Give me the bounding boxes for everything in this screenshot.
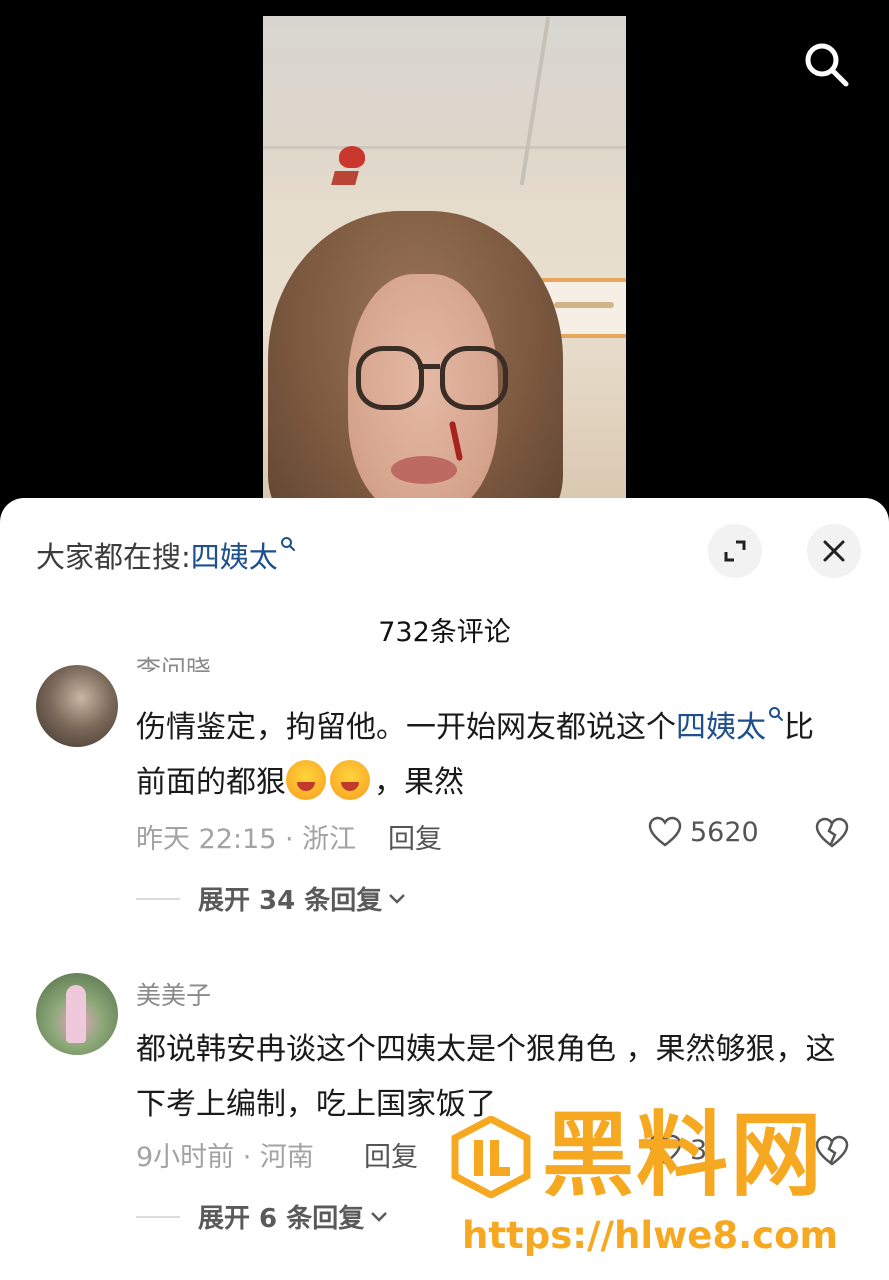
- divider: [136, 897, 180, 900]
- comment-username[interactable]: 美美子: [136, 976, 211, 1012]
- like-count: 5620: [690, 816, 759, 848]
- broken-heart-icon: [815, 817, 849, 848]
- close-icon: [823, 540, 845, 562]
- laugh-cry-emoji-icon: [286, 760, 326, 800]
- comment-text: 伤情鉴定，拘留他。一开始网友都说这个四姨太 比前面的都狠 ，果然: [136, 700, 836, 810]
- fullscreen-button[interactable]: [708, 524, 762, 578]
- heart-icon: [648, 816, 682, 847]
- comment-search-link[interactable]: 四姨太: [676, 710, 766, 745]
- expand-replies-label: 展开 34 条回复: [198, 886, 383, 916]
- like-count: 3: [690, 1134, 708, 1166]
- person-lips: [391, 456, 457, 484]
- glasses: [356, 346, 508, 410]
- ceiling-edge: [263, 146, 626, 149]
- ceiling-line: [519, 16, 551, 186]
- comment-sheet: 大家都在搜:四姨太 732条评论 李问晓 伤情鉴定，拘留他。一开始网友都说这个四…: [0, 498, 889, 1280]
- expand-replies[interactable]: 展开 6 条回复: [136, 1198, 388, 1235]
- comment-text-part: 伤情鉴定，拘留他。一开始网友都说这个: [136, 710, 676, 745]
- hot-search-prefix: 大家都在搜:: [36, 540, 191, 574]
- close-button[interactable]: [807, 524, 861, 578]
- dislike-button[interactable]: [815, 1135, 849, 1171]
- comment-text: 都说韩安冉谈这个四姨太是个狠角色 ，果然够狠，这下考上编制，吃上国家饭了: [136, 1032, 836, 1122]
- laugh-cry-emoji-icon: [330, 760, 370, 800]
- comment-username[interactable]: 李问晓: [136, 650, 211, 672]
- like-button[interactable]: 5620: [648, 816, 759, 848]
- hot-search-term[interactable]: 四姨太: [191, 540, 278, 574]
- avatar[interactable]: [36, 973, 118, 1055]
- chevron-down-icon: [389, 893, 406, 904]
- fire-alarm: [339, 146, 365, 168]
- broken-heart-icon: [815, 1135, 849, 1166]
- avatar[interactable]: [36, 665, 118, 747]
- divider: [136, 1215, 180, 1218]
- expand-replies[interactable]: 展开 34 条回复: [136, 880, 406, 917]
- search-small-icon: [280, 537, 295, 551]
- reply-button[interactable]: 回复: [364, 1135, 418, 1174]
- comment-time-location: 9小时前 · 河南: [136, 1142, 314, 1173]
- search-small-icon: [769, 707, 783, 721]
- search-icon: [805, 43, 849, 87]
- expand-icon: [724, 540, 746, 562]
- dislike-button[interactable]: [815, 817, 849, 853]
- like-button[interactable]: 3: [648, 1134, 707, 1166]
- comment-time-location: 昨天 22:15 · 浙江: [136, 824, 357, 855]
- fire-alarm-base: [331, 171, 359, 185]
- video-player[interactable]: [0, 0, 889, 520]
- chevron-down-icon: [371, 1211, 388, 1222]
- comment-count: 732条评论: [378, 617, 511, 648]
- expand-replies-label: 展开 6 条回复: [198, 1204, 365, 1234]
- video-frame[interactable]: [263, 16, 626, 520]
- search-button[interactable]: [800, 38, 852, 90]
- reply-button[interactable]: 回复: [388, 817, 442, 856]
- comment-text-part: ，果然: [374, 765, 464, 800]
- hot-search-bar[interactable]: 大家都在搜:四姨太: [36, 534, 296, 576]
- heart-icon: [648, 1134, 682, 1165]
